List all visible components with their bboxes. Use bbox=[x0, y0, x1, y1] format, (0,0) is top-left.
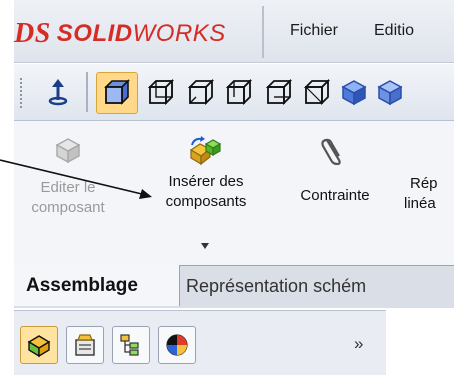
toolbar-separator bbox=[86, 72, 88, 112]
linear-pattern-label-2: linéa bbox=[404, 195, 436, 212]
logo-text-light: WORKS bbox=[132, 20, 226, 47]
propertymanager-tab[interactable] bbox=[66, 326, 104, 364]
linear-pattern-label-1: Rép bbox=[410, 175, 438, 192]
display-manager-icon bbox=[166, 334, 188, 356]
configuration-manager-icon bbox=[120, 334, 139, 356]
menu-fichier[interactable]: Fichier bbox=[290, 22, 338, 40]
paperclip-icon bbox=[321, 138, 341, 166]
isometric-icon[interactable] bbox=[340, 78, 368, 106]
insert-components-label-2: composants bbox=[165, 193, 247, 210]
view-top-icon[interactable] bbox=[264, 78, 292, 106]
menu-edition[interactable]: Editio bbox=[374, 22, 414, 40]
view-left-icon[interactable] bbox=[186, 78, 214, 106]
ds-logo-mark: DS bbox=[14, 18, 51, 49]
mate-button[interactable]: Contrainte bbox=[280, 134, 390, 234]
featuremanager-tab[interactable] bbox=[20, 326, 58, 364]
tab-assemblage[interactable]: Assemblage bbox=[14, 265, 180, 306]
linear-pattern-button[interactable]: Rép linéa bbox=[400, 134, 454, 234]
tab-representation-schematique[interactable]: Représentation schém bbox=[186, 276, 366, 297]
view-back-icon[interactable] bbox=[146, 78, 174, 106]
insert-components-button[interactable]: Insérer des composants bbox=[136, 132, 276, 258]
property-manager-icon bbox=[75, 334, 95, 356]
logo-text-bold: SOLID bbox=[56, 20, 133, 47]
assembly-tree-icon bbox=[27, 335, 51, 358]
edit-component-label-1: Editer le bbox=[40, 179, 96, 196]
edit-component-button[interactable]: Editer le composant bbox=[18, 134, 118, 234]
view-bottom-icon[interactable] bbox=[302, 78, 330, 106]
mate-label: Contrainte bbox=[300, 187, 370, 204]
toolbar-grip[interactable] bbox=[20, 78, 26, 108]
normal-to-icon[interactable] bbox=[44, 78, 72, 106]
configurationmanager-tab[interactable] bbox=[112, 326, 150, 364]
cube-icon[interactable] bbox=[376, 78, 404, 106]
displaymanager-tab[interactable] bbox=[158, 326, 196, 364]
dropdown-arrow-icon[interactable] bbox=[200, 242, 210, 250]
edit-component-icon bbox=[55, 138, 81, 164]
expand-tabs-chevron[interactable]: » bbox=[354, 334, 363, 354]
insert-components-label-1: Insérer des bbox=[168, 173, 244, 190]
insert-components-icon bbox=[189, 136, 222, 166]
edit-component-label-2: composant bbox=[31, 199, 105, 216]
solidworks-logo[interactable]: DS SOLID WORKS bbox=[14, 18, 226, 50]
view-right-icon[interactable] bbox=[224, 78, 252, 106]
graphics-area bbox=[386, 310, 454, 374]
title-separator bbox=[262, 6, 264, 58]
view-front-icon bbox=[104, 79, 130, 105]
